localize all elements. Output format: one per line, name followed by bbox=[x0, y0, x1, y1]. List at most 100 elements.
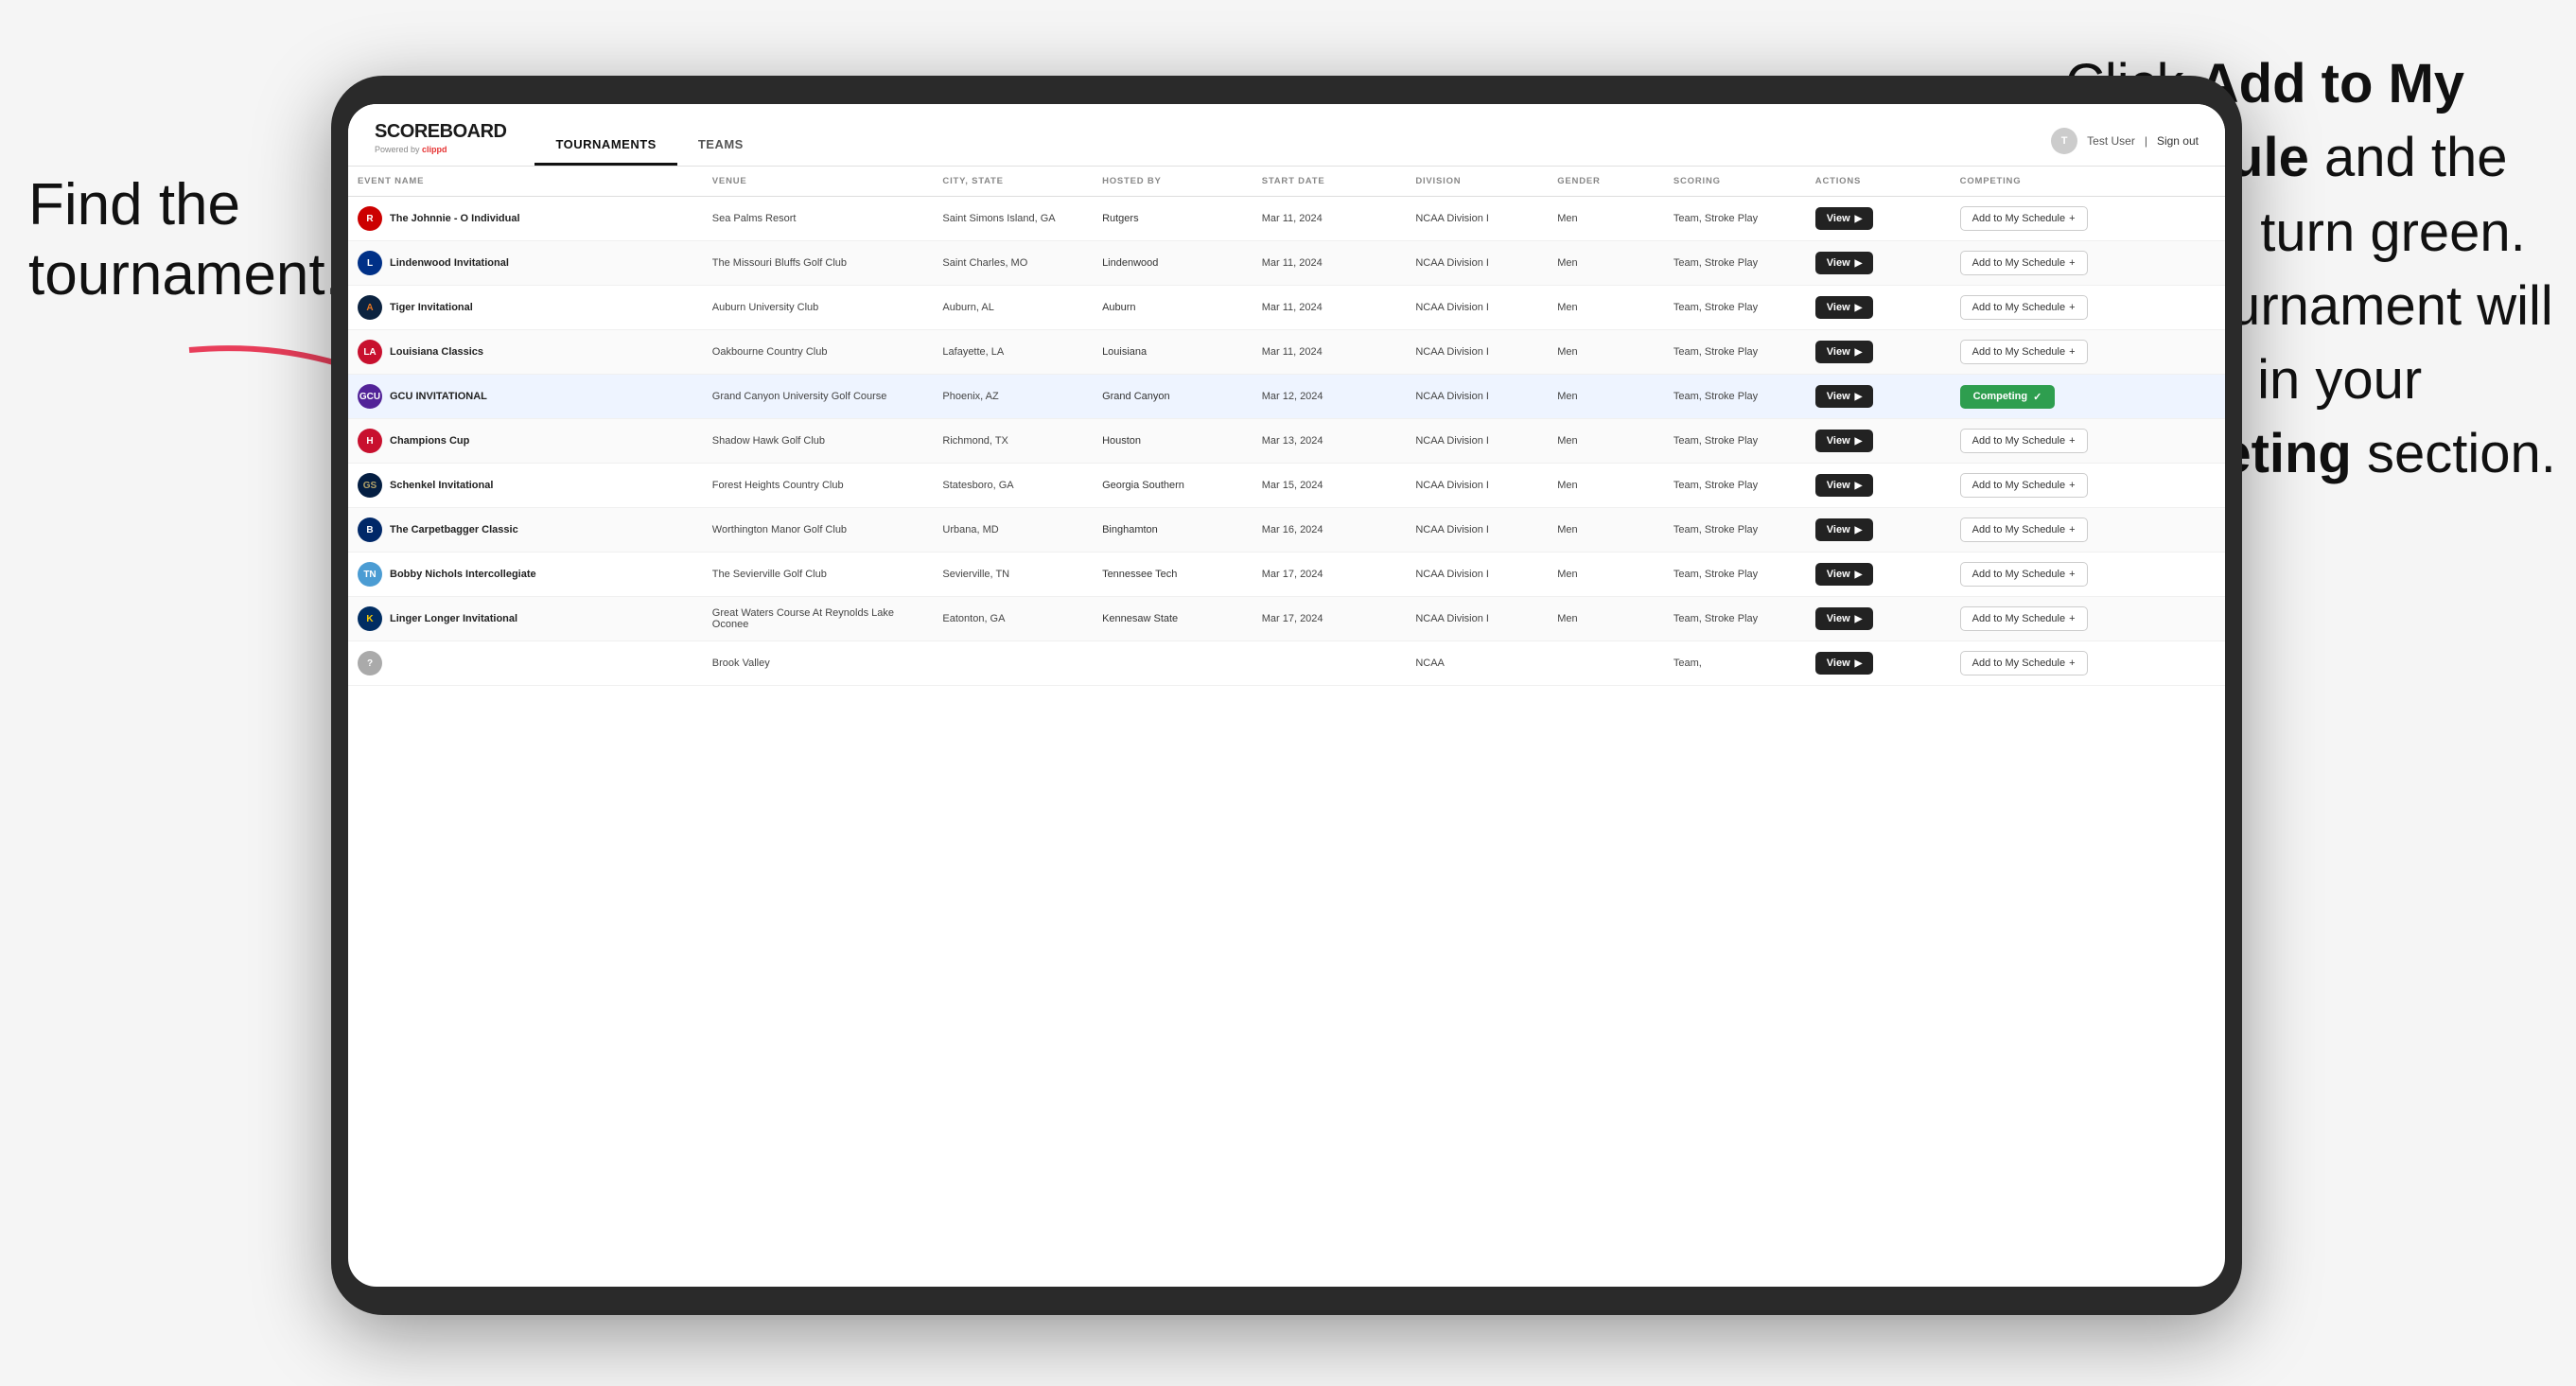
tablet-frame: SCOREBOARD Powered by clippd TOURNAMENTS… bbox=[331, 76, 2242, 1315]
start-date-cell: Mar 11, 2024 bbox=[1253, 197, 1407, 241]
th-hosted: HOSTED BY bbox=[1093, 167, 1253, 197]
scoring-cell: Team, Stroke Play bbox=[1664, 553, 1806, 597]
event-name-text: GCU INVITATIONAL bbox=[390, 391, 487, 402]
add-to-schedule-button[interactable]: Add to My Schedule + bbox=[1960, 295, 2088, 320]
venue-cell: Shadow Hawk Golf Club bbox=[703, 419, 934, 464]
add-to-schedule-button[interactable]: Add to My Schedule + bbox=[1960, 606, 2088, 631]
event-name-text: Lindenwood Invitational bbox=[390, 257, 509, 269]
th-event: EVENT NAME bbox=[348, 167, 703, 197]
venue-cell: Worthington Manor Golf Club bbox=[703, 508, 934, 553]
event-name-text: The Carpetbagger Classic bbox=[390, 524, 518, 535]
division-cell: NCAA Division I bbox=[1406, 464, 1548, 508]
add-to-schedule-button[interactable]: Add to My Schedule + bbox=[1960, 518, 2088, 542]
venue-cell: Forest Heights Country Club bbox=[703, 464, 934, 508]
scoring-cell: Team, Stroke Play bbox=[1664, 508, 1806, 553]
event-name-text: Bobby Nichols Intercollegiate bbox=[390, 569, 536, 580]
team-logo: H bbox=[358, 429, 382, 453]
sign-out-link[interactable]: Sign out bbox=[2157, 134, 2199, 148]
hosted-by-cell: Lindenwood bbox=[1093, 241, 1253, 286]
event-name-text: Champions Cup bbox=[390, 435, 469, 447]
th-competing: COMPETING bbox=[1951, 167, 2225, 197]
scoring-cell: Team, Stroke Play bbox=[1664, 419, 1806, 464]
annotation-left-line2: tournament. bbox=[28, 242, 342, 307]
team-logo: GS bbox=[358, 473, 382, 498]
add-to-schedule-button[interactable]: Add to My Schedule + bbox=[1960, 340, 2088, 364]
hosted-by-cell: Louisiana bbox=[1093, 330, 1253, 375]
view-button[interactable]: View ▶ bbox=[1815, 563, 1874, 586]
add-to-schedule-button[interactable]: Add to My Schedule + bbox=[1960, 651, 2088, 675]
event-name-text: The Johnnie - O Individual bbox=[390, 213, 520, 224]
view-button[interactable]: View ▶ bbox=[1815, 607, 1874, 630]
add-to-schedule-button[interactable]: Add to My Schedule + bbox=[1960, 251, 2088, 275]
division-cell: NCAA Division I bbox=[1406, 597, 1548, 641]
view-button[interactable]: View ▶ bbox=[1815, 341, 1874, 363]
team-logo: ? bbox=[358, 651, 382, 675]
division-cell: NCAA Division I bbox=[1406, 286, 1548, 330]
actions-cell: View ▶ bbox=[1806, 375, 1951, 419]
division-cell: NCAA Division I bbox=[1406, 419, 1548, 464]
start-date-cell: Mar 11, 2024 bbox=[1253, 330, 1407, 375]
add-to-schedule-button[interactable]: Add to My Schedule + bbox=[1960, 429, 2088, 453]
start-date-cell: Mar 17, 2024 bbox=[1253, 553, 1407, 597]
view-button[interactable]: View ▶ bbox=[1815, 385, 1874, 408]
hosted-by-cell: Grand Canyon bbox=[1093, 375, 1253, 419]
start-date-cell: Mar 16, 2024 bbox=[1253, 508, 1407, 553]
start-date-cell: Mar 13, 2024 bbox=[1253, 419, 1407, 464]
gender-cell: Men bbox=[1548, 375, 1664, 419]
competing-button[interactable]: Competing ✓ bbox=[1960, 385, 2056, 409]
th-city: CITY, STATE bbox=[933, 167, 1093, 197]
view-button[interactable]: View ▶ bbox=[1815, 430, 1874, 452]
city-state-cell: Auburn, AL bbox=[933, 286, 1093, 330]
view-button[interactable]: View ▶ bbox=[1815, 518, 1874, 541]
start-date-cell: Mar 15, 2024 bbox=[1253, 464, 1407, 508]
annotation-left: Find the tournament. bbox=[28, 170, 312, 311]
view-button[interactable]: View ▶ bbox=[1815, 296, 1874, 319]
add-to-schedule-button[interactable]: Add to My Schedule + bbox=[1960, 206, 2088, 231]
venue-cell: The Sevierville Golf Club bbox=[703, 553, 934, 597]
city-state-cell: Sevierville, TN bbox=[933, 553, 1093, 597]
event-name-cell: R The Johnnie - O Individual bbox=[348, 197, 703, 241]
gender-cell: Men bbox=[1548, 330, 1664, 375]
venue-cell: The Missouri Bluffs Golf Club bbox=[703, 241, 934, 286]
event-name-cell: GS Schenkel Invitational bbox=[348, 464, 703, 508]
scoring-cell: Team, Stroke Play bbox=[1664, 330, 1806, 375]
view-button[interactable]: View ▶ bbox=[1815, 207, 1874, 230]
competing-cell: Add to My Schedule + bbox=[1951, 597, 2225, 641]
division-cell: NCAA bbox=[1406, 641, 1548, 686]
actions-cell: View ▶ bbox=[1806, 508, 1951, 553]
event-name-text: Tiger Invitational bbox=[390, 302, 473, 313]
start-date-cell: Mar 11, 2024 bbox=[1253, 241, 1407, 286]
division-cell: NCAA Division I bbox=[1406, 197, 1548, 241]
competing-cell: Add to My Schedule + bbox=[1951, 553, 2225, 597]
hosted-by-cell: Rutgers bbox=[1093, 197, 1253, 241]
division-cell: NCAA Division I bbox=[1406, 553, 1548, 597]
city-state-cell: Saint Charles, MO bbox=[933, 241, 1093, 286]
table-row: H Champions Cup Shadow Hawk Golf ClubRic… bbox=[348, 419, 2225, 464]
view-button[interactable]: View ▶ bbox=[1815, 652, 1874, 675]
competing-cell: Add to My Schedule + bbox=[1951, 241, 2225, 286]
division-cell: NCAA Division I bbox=[1406, 375, 1548, 419]
table-container: EVENT NAME VENUE CITY, STATE HOSTED BY S… bbox=[348, 167, 2225, 1287]
division-cell: NCAA Division I bbox=[1406, 330, 1548, 375]
table-row: GCU GCU INVITATIONAL Grand Canyon Univer… bbox=[348, 375, 2225, 419]
tab-teams[interactable]: TEAMS bbox=[677, 126, 764, 166]
view-button[interactable]: View ▶ bbox=[1815, 474, 1874, 497]
division-cell: NCAA Division I bbox=[1406, 241, 1548, 286]
logo-powered: Powered by clippd bbox=[375, 145, 506, 154]
start-date-cell: Mar 12, 2024 bbox=[1253, 375, 1407, 419]
tab-tournaments[interactable]: TOURNAMENTS bbox=[534, 126, 676, 166]
view-button[interactable]: View ▶ bbox=[1815, 252, 1874, 274]
hosted-by-cell: Tennessee Tech bbox=[1093, 553, 1253, 597]
event-name-cell: H Champions Cup bbox=[348, 419, 703, 464]
annotation-left-line1: Find the bbox=[28, 172, 240, 237]
nav-separator: | bbox=[2145, 134, 2147, 148]
gender-cell: Men bbox=[1548, 464, 1664, 508]
actions-cell: View ▶ bbox=[1806, 464, 1951, 508]
city-state-cell: Statesboro, GA bbox=[933, 464, 1093, 508]
add-to-schedule-button[interactable]: Add to My Schedule + bbox=[1960, 562, 2088, 587]
hosted-by-cell: Kennesaw State bbox=[1093, 597, 1253, 641]
competing-cell: Add to My Schedule + bbox=[1951, 419, 2225, 464]
start-date-cell: Mar 17, 2024 bbox=[1253, 597, 1407, 641]
add-to-schedule-button[interactable]: Add to My Schedule + bbox=[1960, 473, 2088, 498]
gender-cell: Men bbox=[1548, 597, 1664, 641]
